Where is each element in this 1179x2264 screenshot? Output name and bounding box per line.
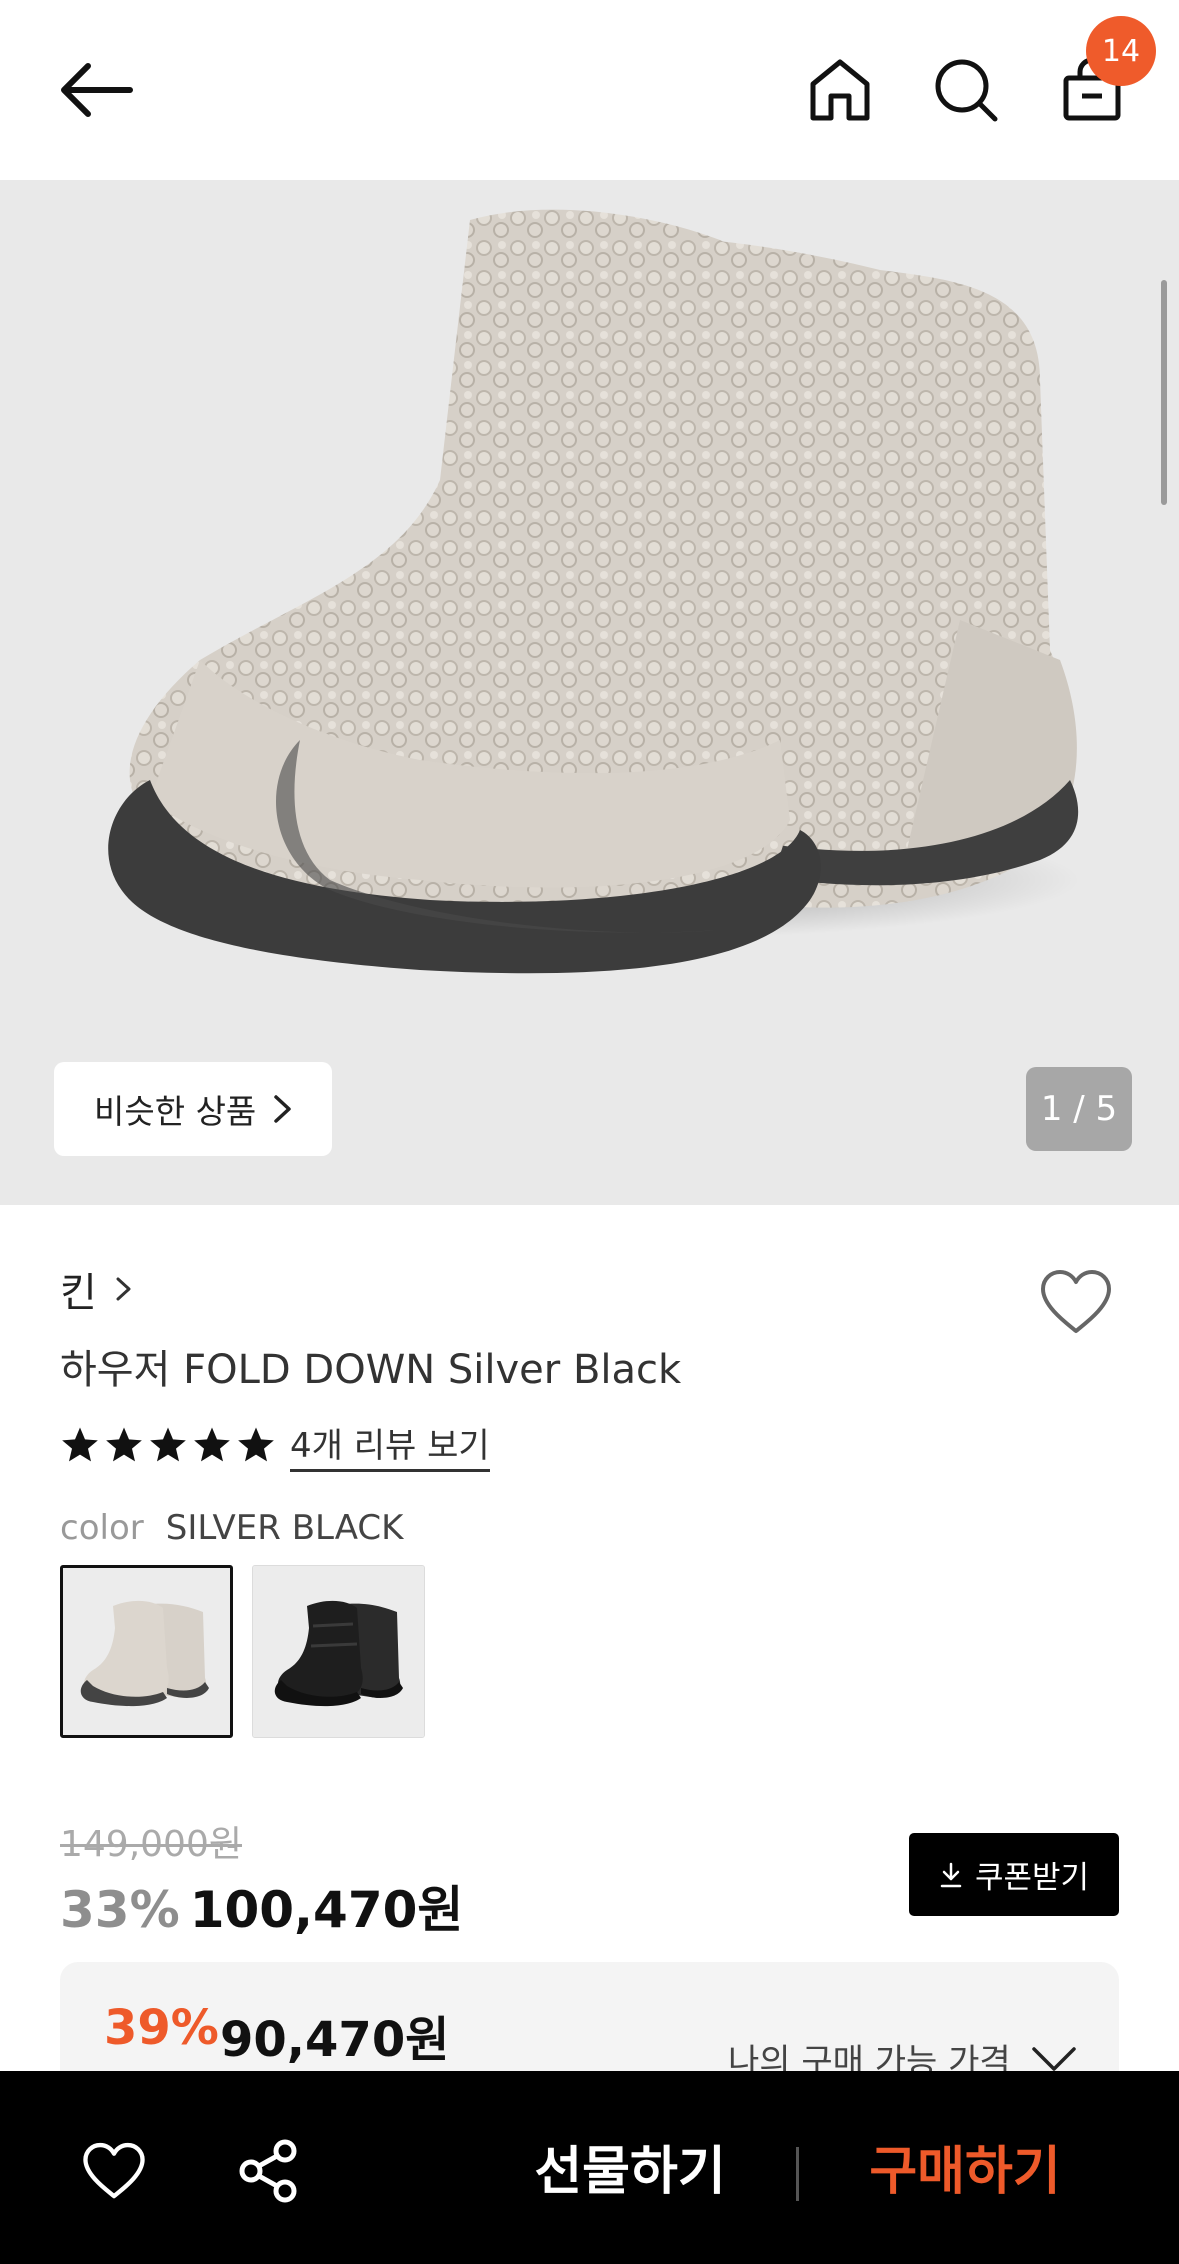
heart-outline-icon — [1041, 1270, 1111, 1333]
swatch-thumbnail — [253, 1566, 424, 1737]
share-icon — [239, 2139, 297, 2203]
gift-button[interactable]: 선물하기 — [520, 2111, 740, 2221]
original-price: 149,000원 — [60, 1824, 242, 1865]
star-icon — [194, 1427, 230, 1462]
download-coupon-button[interactable]: 쿠폰받기 — [909, 1833, 1119, 1916]
my-discount-rate: 39% — [104, 2000, 219, 2056]
home-icon — [810, 59, 870, 121]
color-selection-row: color SILVER BLACK — [60, 1508, 403, 1548]
chevron-right-icon — [274, 1095, 292, 1123]
rating-row: 4개 리뷰 보기 — [60, 1418, 490, 1472]
top-app-bar: 14 — [0, 0, 1179, 180]
similar-products-button[interactable]: 비슷한 상품 — [54, 1062, 332, 1156]
swatch-thumbnail — [63, 1568, 230, 1735]
bottom-bar-divider — [796, 2147, 799, 2201]
chevron-down-icon — [1031, 2045, 1077, 2073]
home-button[interactable] — [790, 40, 890, 140]
search-button[interactable] — [916, 40, 1016, 140]
color-swatch-black[interactable] — [252, 1565, 425, 1738]
reviews-link[interactable]: 4개 리뷰 보기 — [290, 1418, 490, 1472]
image-counter: 1 / 5 — [1026, 1067, 1132, 1151]
back-button[interactable] — [46, 40, 146, 140]
color-label: color — [60, 1508, 144, 1548]
bottom-wishlist-button[interactable] — [74, 2131, 154, 2211]
similar-products-label: 비슷한 상품 — [94, 1092, 257, 1131]
buy-now-button[interactable]: 구매하기 — [850, 2111, 1080, 2221]
carousel-scrollbar[interactable] — [1161, 280, 1167, 505]
heart-outline-icon — [83, 2142, 145, 2199]
star-icon — [150, 1427, 186, 1462]
wishlist-button[interactable] — [1036, 1262, 1116, 1342]
chevron-right-icon — [116, 1277, 131, 1301]
sale-price: 100,470원 — [189, 1881, 464, 1939]
discount-rate: 33% — [60, 1881, 180, 1939]
share-button[interactable] — [228, 2131, 308, 2211]
rating-stars — [60, 1425, 276, 1465]
my-price: 90,470원 — [220, 2012, 450, 2068]
star-icon — [62, 1427, 98, 1462]
product-name: 하우저 FOLD DOWN Silver Black — [60, 1347, 682, 1393]
search-icon — [935, 59, 998, 122]
brand-name: 킨 — [60, 1270, 97, 1316]
cart-count-badge: 14 — [1086, 16, 1156, 86]
download-icon — [939, 1861, 963, 1889]
selected-color-value: SILVER BLACK — [165, 1508, 404, 1548]
star-icon — [238, 1427, 274, 1462]
star-icon — [106, 1427, 142, 1462]
arrow-left-icon — [61, 63, 133, 117]
product-image-carousel[interactable]: 비슷한 상품 1 / 5 — [0, 180, 1179, 1205]
product-image — [108, 209, 1080, 974]
brand-link[interactable]: 킨 — [60, 1260, 133, 1318]
color-swatch-silver-black[interactable] — [60, 1565, 233, 1738]
sale-price-row: 33% 100,470원 — [60, 1870, 463, 1942]
bottom-action-bar: 선물하기 구매하기 — [0, 2071, 1179, 2264]
coupon-button-label: 쿠폰받기 — [974, 1860, 1090, 1896]
